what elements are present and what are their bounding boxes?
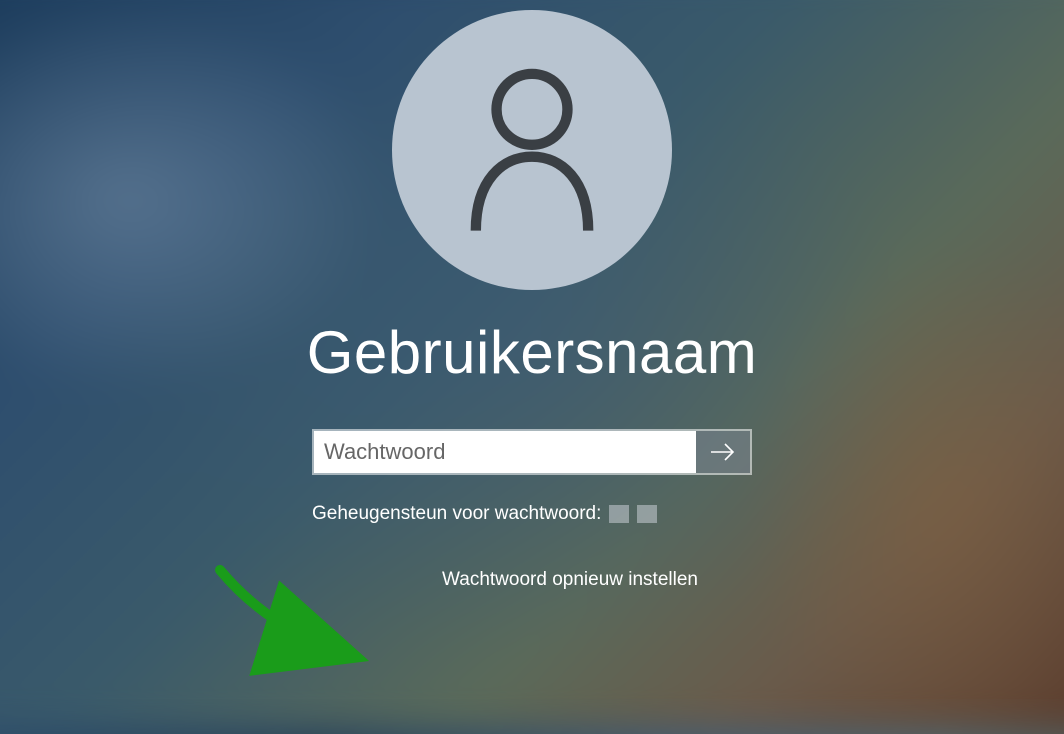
password-hint-row: Geheugensteun voor wachtwoord: <box>312 503 752 525</box>
hint-redacted-box <box>609 505 629 523</box>
reset-password-link[interactable]: Wachtwoord opnieuw instellen <box>442 569 698 591</box>
hint-redacted-box <box>637 505 657 523</box>
submit-button[interactable] <box>696 431 750 473</box>
login-screen: Gebruikersnaam Geheugensteun voor wachtw… <box>0 0 1064 699</box>
person-icon <box>457 65 607 235</box>
arrow-right-icon <box>709 440 737 464</box>
username-display: Gebruikersnaam <box>307 318 758 387</box>
password-field-row <box>312 429 752 475</box>
user-avatar <box>392 10 672 290</box>
password-hint-label: Geheugensteun voor wachtwoord: <box>312 503 601 525</box>
password-input[interactable] <box>314 431 696 473</box>
